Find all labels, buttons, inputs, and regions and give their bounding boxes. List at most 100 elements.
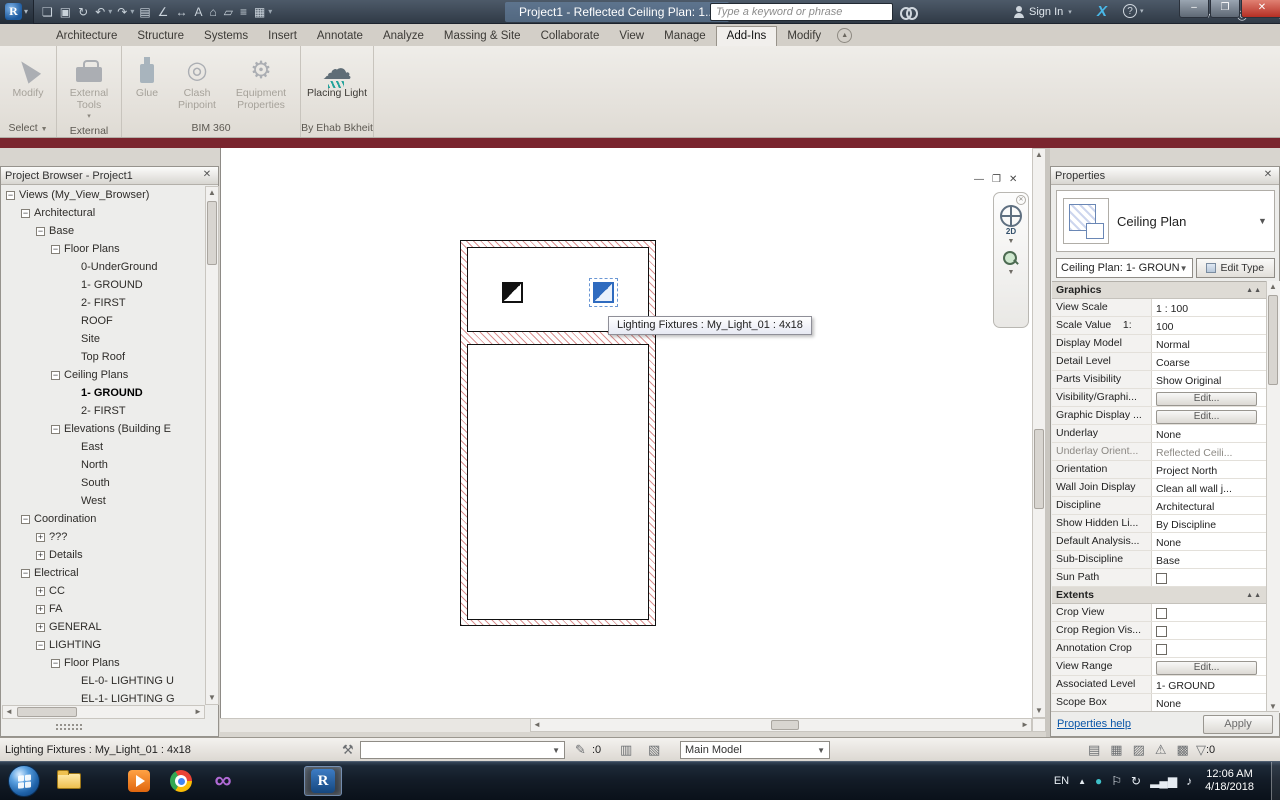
canvas-horizontal-scrollbar[interactable]: ◄ ► xyxy=(530,718,1032,732)
tab-collaborate[interactable]: Collaborate xyxy=(531,27,610,46)
thin-lines-icon[interactable]: ≡ xyxy=(238,2,249,22)
editable-only-icon[interactable]: ✎ xyxy=(575,741,586,759)
tree-item[interactable]: − Architectural xyxy=(2,204,192,222)
scroll-up-icon[interactable]: ▲ xyxy=(206,187,218,199)
tree-expand-icon[interactable]: + xyxy=(36,622,45,632)
tree-item[interactable]: EL-0- LIGHTING U xyxy=(2,672,192,690)
switch-windows-icon[interactable]: ▦ xyxy=(252,2,267,22)
start-button[interactable] xyxy=(8,765,40,797)
show-desktop-button[interactable] xyxy=(1271,761,1280,800)
tab-analyze[interactable]: Analyze xyxy=(373,27,434,46)
tree-collapse-icon[interactable]: − xyxy=(21,514,30,524)
volume-icon[interactable]: ♪ xyxy=(1186,774,1192,788)
tab-insert[interactable]: Insert xyxy=(258,27,307,46)
tab-add-ins[interactable]: Add-Ins xyxy=(715,26,778,46)
app-status-icon[interactable]: ● xyxy=(1095,774,1102,788)
sync-tray-icon[interactable]: ↻ xyxy=(1131,774,1141,788)
steering-wheel-icon[interactable] xyxy=(1000,205,1022,227)
tree-item[interactable]: +??? xyxy=(2,528,192,546)
property-value[interactable]: Clean all wall j... xyxy=(1152,479,1266,496)
tab-structure[interactable]: Structure xyxy=(127,27,194,46)
scrollbar-thumb[interactable] xyxy=(1268,295,1278,385)
taskbar-clock[interactable]: 12:06 AM 4/18/2018 xyxy=(1205,768,1254,794)
property-value[interactable]: Coarse xyxy=(1152,353,1266,370)
panel-caret-icon[interactable]: ▼ xyxy=(41,126,48,133)
properties-header[interactable]: Properties xyxy=(1051,167,1279,185)
tree-item[interactable]: + GENERAL xyxy=(2,618,192,636)
project-browser-header[interactable]: Project Browser - Project1 xyxy=(1,167,218,185)
link-icon[interactable]: ▧ xyxy=(648,741,660,759)
help-menu[interactable]: ? ▾ xyxy=(1123,4,1144,18)
measure-icon[interactable]: ∠ xyxy=(156,2,171,22)
tree-item[interactable]: − LIGHTING xyxy=(2,636,192,654)
property-value[interactable]: Normal xyxy=(1152,335,1266,352)
select-underlay-icon[interactable]: ▨ xyxy=(1133,742,1145,758)
drawing-area[interactable]: — ❐ ✕ 2D ▼ ▼ Lighting Fixtures : My_Ligh… xyxy=(220,148,1032,718)
property-value[interactable]: 100 xyxy=(1152,317,1266,334)
edit-button[interactable]: Edit... xyxy=(1156,409,1258,424)
property-value[interactable]: None xyxy=(1152,425,1266,442)
section-icon[interactable]: ▱ xyxy=(222,2,235,22)
property-section-extents[interactable]: Extents ▲▲ xyxy=(1052,587,1266,604)
tree-item[interactable]: EL-1- LIGHTING G xyxy=(2,690,192,705)
tree-item[interactable]: − Coordination xyxy=(2,510,192,528)
undo-icon[interactable]: ↶ xyxy=(93,2,107,22)
property-value[interactable] xyxy=(1152,640,1266,657)
tree-collapse-icon[interactable]: − xyxy=(51,424,60,434)
tree-item[interactable]: + CC xyxy=(2,582,192,600)
property-value[interactable]: Show Original xyxy=(1152,371,1266,388)
scroll-right-icon[interactable]: ► xyxy=(192,706,204,718)
tree-item[interactable]: 1- GROUND xyxy=(2,384,192,402)
help-search-input[interactable] xyxy=(710,3,893,21)
save-icon[interactable]: ▣ xyxy=(58,2,73,22)
tree-expand-icon[interactable]: + xyxy=(36,532,45,542)
zoom-icon[interactable] xyxy=(1003,251,1019,267)
restore-button[interactable]: ❐ xyxy=(1210,0,1240,18)
redo-caret-icon[interactable]: ▾ xyxy=(130,7,134,16)
tree-item[interactable]: 0-UnderGround xyxy=(2,258,192,276)
lighting-fixture[interactable] xyxy=(502,282,523,303)
instance-selector-combo[interactable]: Ceiling Plan: 1- GROUN ▼ xyxy=(1056,258,1193,278)
tree-collapse-icon[interactable]: − xyxy=(51,244,60,254)
tab-modify[interactable]: Modify xyxy=(777,27,831,46)
tree-item[interactable]: − Elevations (Building E xyxy=(2,420,192,438)
redo-icon[interactable]: ↷ xyxy=(115,2,129,22)
tree-item[interactable]: + FA xyxy=(2,600,192,618)
scroll-up-icon[interactable]: ▲ xyxy=(1267,281,1279,293)
selection-filter[interactable]: ▽ :0 xyxy=(1196,741,1215,759)
view-close-icon[interactable]: ✕ xyxy=(1009,174,1017,185)
property-value[interactable]: Edit... xyxy=(1152,658,1266,675)
search-button[interactable] xyxy=(899,5,919,20)
lighting-fixture-selected[interactable] xyxy=(589,278,618,307)
print-icon[interactable]: ▤ xyxy=(137,2,152,22)
type-selector-caret-icon[interactable]: ▼ xyxy=(1258,216,1274,226)
scrollbar-thumb[interactable] xyxy=(1034,429,1044,509)
panel-splitter-handle[interactable] xyxy=(55,723,83,732)
switch-windows-caret-icon[interactable]: ▾ xyxy=(268,7,272,16)
scroll-up-icon[interactable]: ▲ xyxy=(1033,149,1045,161)
checkbox[interactable] xyxy=(1156,608,1167,619)
design-options-icon[interactable]: ▥ xyxy=(620,741,632,759)
tab-architecture[interactable]: Architecture xyxy=(46,27,127,46)
tree-item[interactable]: West xyxy=(2,492,192,510)
worksets-combo[interactable]: ▼ xyxy=(360,741,565,759)
tree-item[interactable]: − Views (My_View_Browser) xyxy=(2,186,192,204)
property-value[interactable] xyxy=(1152,569,1266,586)
zoom-options-caret-icon[interactable]: ▼ xyxy=(994,269,1028,276)
property-section-graphics[interactable]: Graphics ▲▲ xyxy=(1052,282,1266,299)
tab-systems[interactable]: Systems xyxy=(194,27,258,46)
tree-item[interactable]: North xyxy=(2,456,192,474)
tree-collapse-icon[interactable]: − xyxy=(51,370,60,380)
property-value[interactable] xyxy=(1152,604,1266,621)
apply-button[interactable]: Apply xyxy=(1203,714,1273,734)
exclude-options-icon[interactable]: ▤ xyxy=(1088,742,1100,758)
taskbar-explorer-button[interactable] xyxy=(50,766,88,796)
property-value[interactable]: Edit... xyxy=(1152,389,1266,406)
tree-item[interactable]: 2- FIRST xyxy=(2,402,192,420)
taskbar-revit-button[interactable]: R xyxy=(304,766,342,796)
ribbon-display-toggle[interactable]: ▲ xyxy=(837,28,853,43)
tree-item[interactable]: ROOF xyxy=(2,312,192,330)
scroll-down-icon[interactable]: ▼ xyxy=(1033,705,1045,717)
scroll-left-icon[interactable]: ◄ xyxy=(3,706,15,718)
property-value[interactable]: Reflected Ceili... xyxy=(1152,443,1266,460)
